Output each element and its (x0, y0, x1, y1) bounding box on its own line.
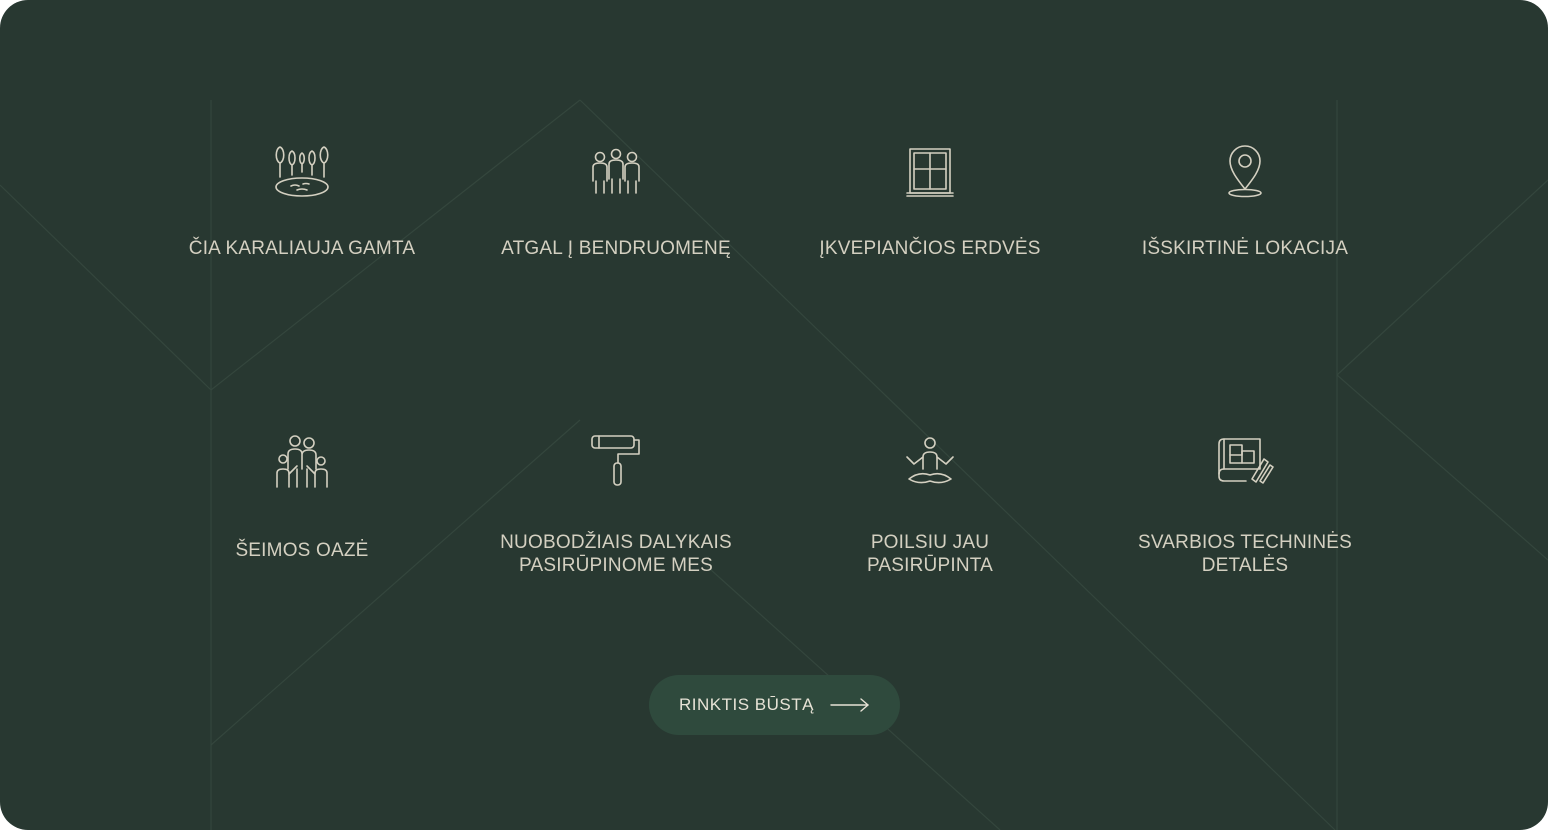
features-panel: ČIA KARALIAUJA GAMTA ATGAL Į BENDRUOMENĘ (0, 0, 1548, 830)
feature-spaces: ĮKVEPIANČIOS ERDVĖS (780, 139, 1080, 260)
choose-home-button[interactable]: RINKTIS BŪSTĄ (649, 675, 900, 735)
feature-label: POILSIU JAU PASIRŪPINTA (866, 532, 994, 576)
arrow-right-icon (830, 698, 870, 712)
feature-family: ŠEIMOS OAZĖ (152, 429, 452, 562)
feature-maintenance: NUOBODŽIAIS DALYKAIS PASIRŪPINOME MES (466, 429, 766, 577)
feature-label: ĮKVEPIANČIOS ERDVĖS (819, 238, 1041, 259)
family-icon (267, 429, 337, 493)
feature-label: SVARBIOS TECHNINĖS DETALĖS (1137, 532, 1353, 576)
people-group-icon (581, 139, 651, 203)
feature-label: ATGAL Į BENDRUOMENĘ (501, 238, 731, 259)
feature-label: ŠEIMOS OAZĖ (235, 540, 369, 561)
choose-home-button-label: RINKTIS BŪSTĄ (679, 695, 814, 714)
paint-roller-icon (581, 429, 651, 493)
feature-label: IŠSKIRTINĖ LOKACIJA (1141, 238, 1349, 259)
feature-rest: POILSIU JAU PASIRŪPINTA (780, 429, 1080, 577)
feature-label: NUOBODŽIAIS DALYKAIS PASIRŪPINOME MES (500, 532, 732, 576)
feature-community: ATGAL Į BENDRUOMENĘ (466, 139, 766, 260)
meditation-icon (895, 429, 965, 493)
location-pin-icon (1210, 139, 1280, 203)
trees-lake-icon (267, 139, 337, 203)
feature-label: ČIA KARALIAUJA GAMTA (188, 238, 416, 259)
blueprint-icon (1210, 429, 1280, 493)
feature-location: IŠSKIRTINĖ LOKACIJA (1095, 139, 1395, 260)
feature-technical: SVARBIOS TECHNINĖS DETALĖS (1095, 429, 1395, 577)
feature-nature: ČIA KARALIAUJA GAMTA (152, 139, 452, 260)
window-icon (895, 139, 965, 203)
